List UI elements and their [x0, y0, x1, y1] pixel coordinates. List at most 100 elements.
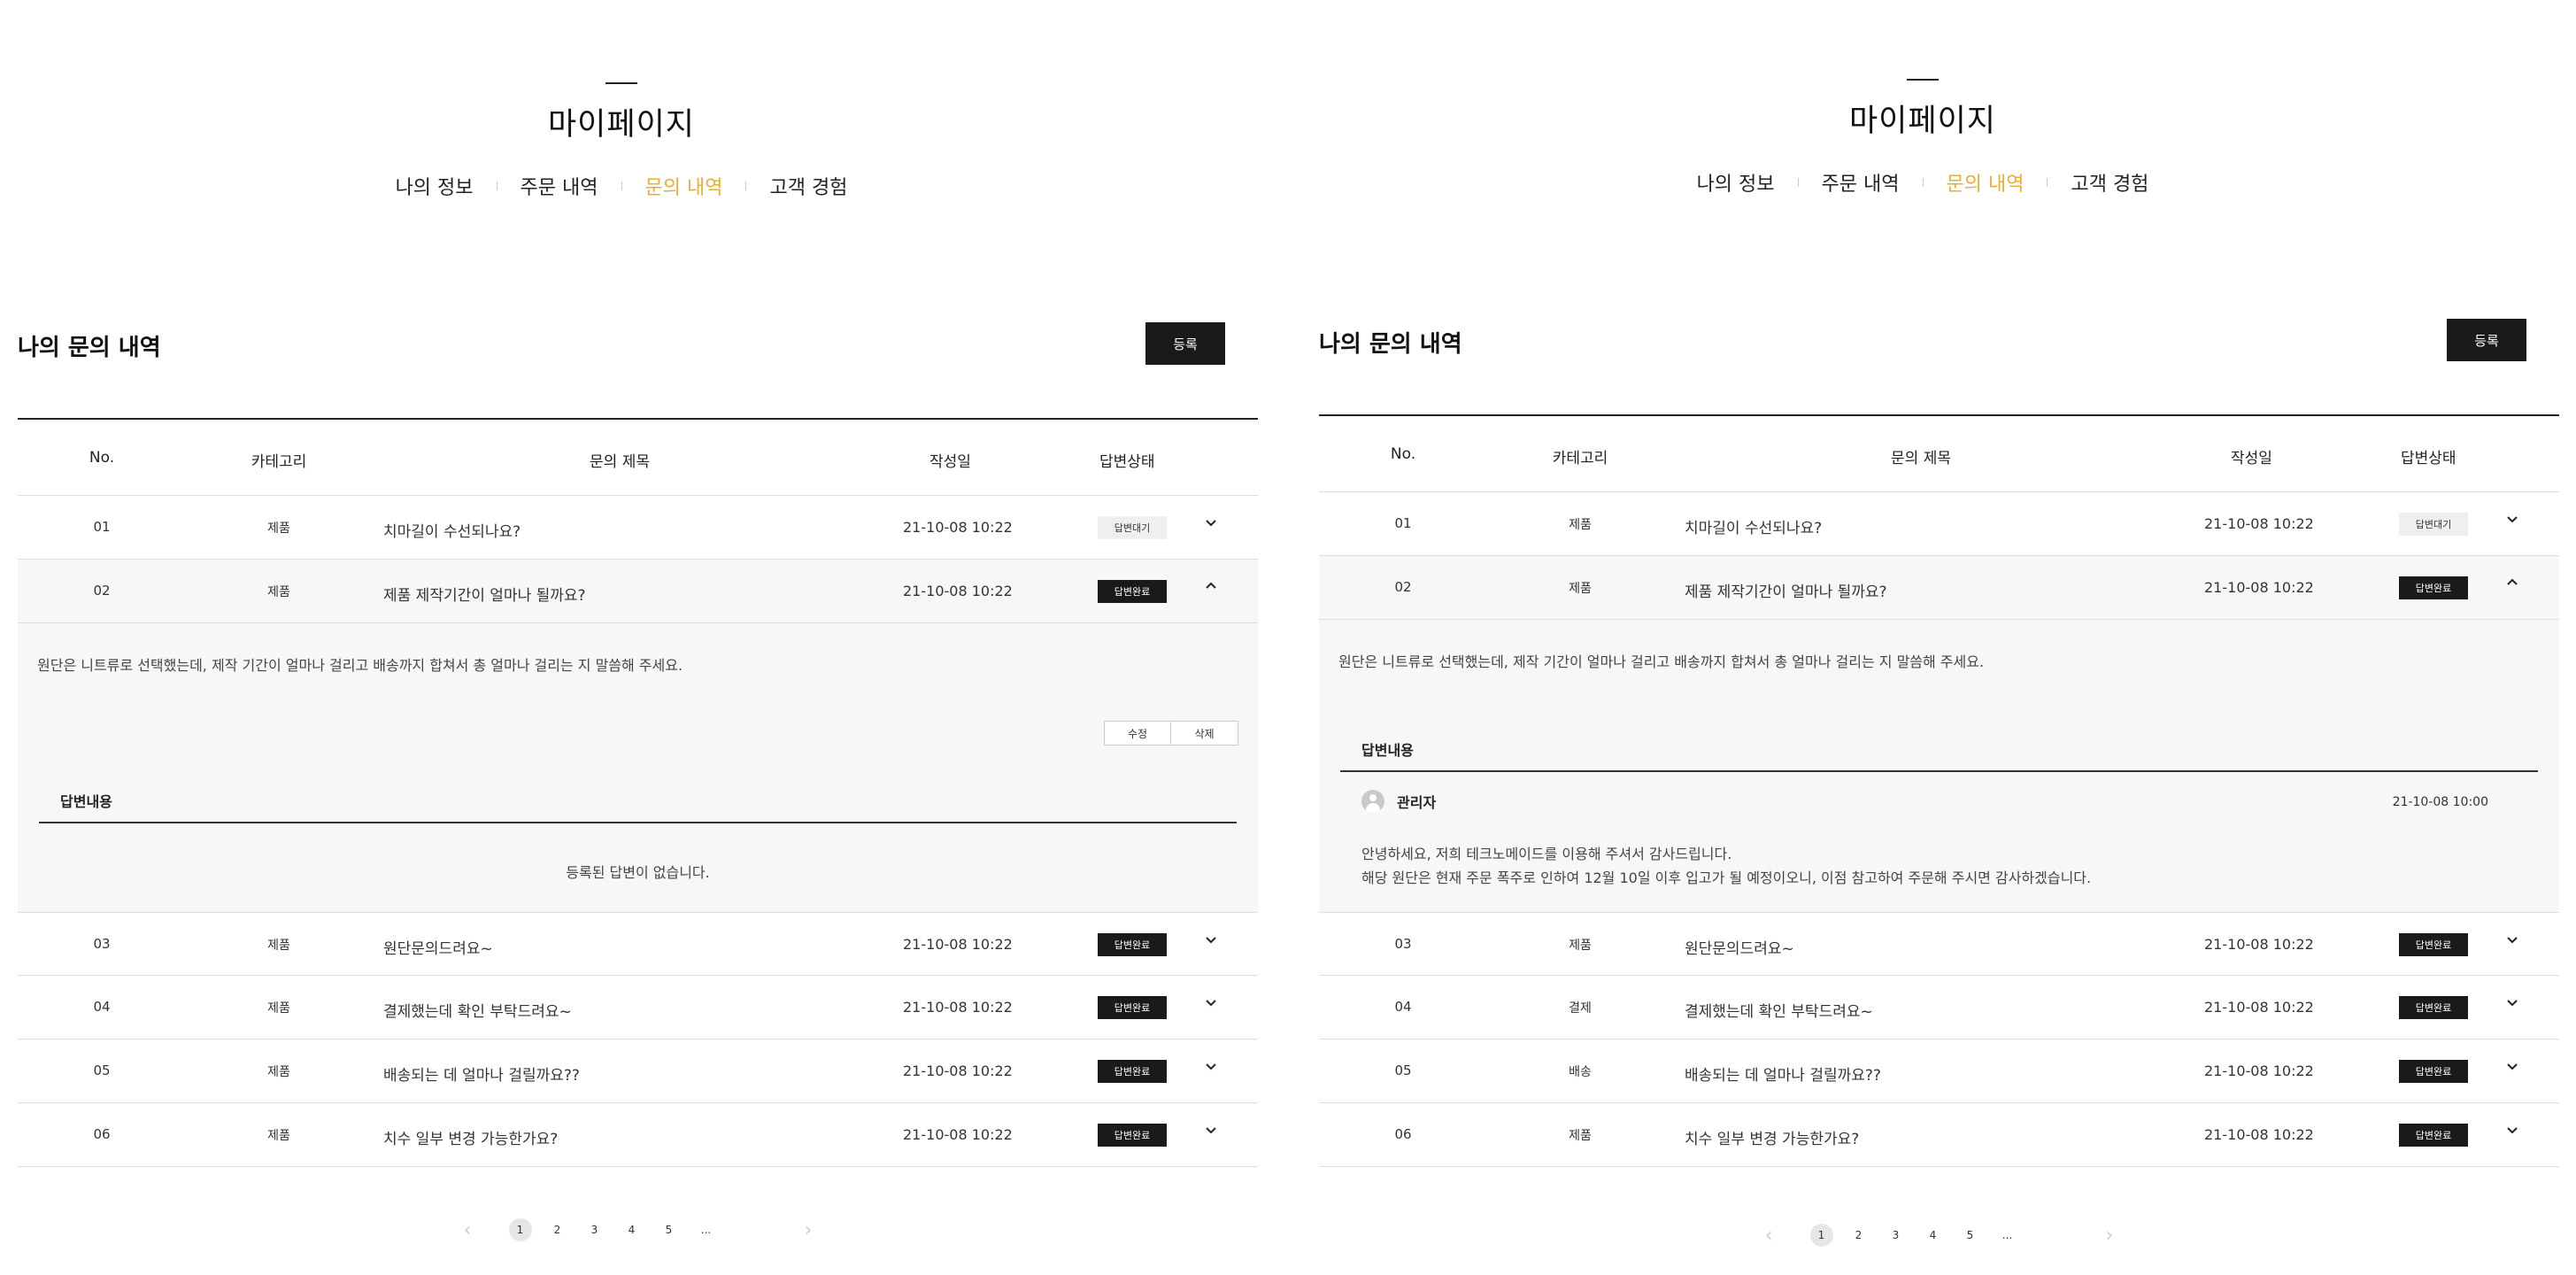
chevron-up-icon[interactable] — [1204, 579, 1218, 597]
row-category: 결제 — [1569, 1001, 1592, 1016]
page-number[interactable]: 2 — [1847, 1224, 1870, 1247]
page-number[interactable]: 4 — [1922, 1224, 1945, 1247]
row-category: 제품 — [1569, 518, 1592, 532]
table-row[interactable]: 01 제품 치마길이 수선되나요? 21-10-08 10:22 답변대기 — [1319, 492, 2559, 556]
row-no: 02 — [93, 583, 111, 599]
row-title[interactable]: 원단문의드려요~ — [1685, 936, 1794, 958]
row-title[interactable]: 배송되는 데 얼마나 걸릴까요?? — [1685, 1062, 1881, 1085]
answer-divider — [39, 822, 1237, 823]
row-date: 21-10-08 10:22 — [2204, 515, 2314, 532]
row-title[interactable]: 제품 제작기간이 얼마나 될까요? — [383, 583, 586, 605]
page-number[interactable]: 2 — [546, 1218, 569, 1241]
page-title: 마이페이지 — [547, 107, 695, 143]
row-title[interactable]: 제품 제작기간이 얼마나 될까요? — [1685, 579, 1887, 601]
row-no: 03 — [93, 936, 111, 952]
chevron-down-icon[interactable] — [1204, 1059, 1218, 1077]
row-title[interactable]: 결제했는데 확인 부탁드려요~ — [1685, 999, 1873, 1021]
prev-page-icon[interactable]: ‹ — [464, 1219, 472, 1241]
page-number[interactable]: 3 — [583, 1218, 606, 1241]
table-row[interactable]: 04 제품 결제했는데 확인 부탁드려요~ 21-10-08 10:22 답변완… — [18, 976, 1258, 1039]
table-row[interactable]: 01 제품 치마길이 수선되나요? 21-10-08 10:22 답변대기 — [18, 496, 1258, 560]
col-category: 카테고리 — [1552, 450, 1608, 468]
table-row[interactable]: 02 제품 제품 제작기간이 얼마나 될까요? 21-10-08 10:22 답… — [18, 560, 1258, 623]
tab-inquiries[interactable]: 문의 내역 — [1924, 168, 2048, 197]
row-title[interactable]: 배송되는 데 얼마나 걸릴까요?? — [383, 1062, 580, 1085]
status-badge: 답변완료 — [1098, 580, 1167, 603]
row-date: 21-10-08 10:22 — [903, 583, 1013, 599]
row-category: 배송 — [1569, 1065, 1592, 1079]
table-row[interactable]: 03 제품 원단문의드려요~ 21-10-08 10:22 답변완료 — [18, 912, 1258, 976]
tab-orders[interactable]: 주문 내역 — [497, 172, 621, 200]
page-number[interactable]: 5 — [1959, 1224, 1982, 1247]
row-no: 06 — [93, 1126, 111, 1142]
tab-orders[interactable]: 주문 내역 — [1799, 168, 1923, 197]
register-button[interactable]: 등록 — [2447, 319, 2526, 361]
col-category: 카테고리 — [251, 453, 307, 471]
answer-body: 안녕하세요, 저희 테크노메이드를 이용해 주셔서 감사드립니다. 해당 원단은… — [1361, 842, 2091, 890]
edit-button[interactable]: 수정 — [1104, 721, 1171, 746]
row-title[interactable]: 치수 일부 변경 가능한가요? — [1685, 1126, 1859, 1148]
status-badge: 답변완료 — [1098, 1124, 1167, 1147]
row-no: 04 — [1394, 999, 1412, 1015]
table-header: No. 카테고리 문의 제목 작성일 답변상태 — [1319, 416, 2559, 492]
tab-my-info[interactable]: 나의 정보 — [1674, 168, 1798, 197]
title-dash — [605, 82, 637, 84]
tab-customer-experience[interactable]: 고객 경험 — [2048, 168, 2171, 197]
chevron-down-icon[interactable] — [2505, 1059, 2519, 1077]
question-text: 원단은 니트류로 선택했는데, 제작 기간이 얼마나 걸리고 배송까지 합쳐서 … — [1338, 653, 1985, 670]
tab-inquiries[interactable]: 문의 내역 — [622, 172, 746, 200]
row-title[interactable]: 치수 일부 변경 가능한가요? — [383, 1126, 558, 1148]
title-dash — [1907, 79, 1939, 81]
prev-page-icon[interactable]: ‹ — [1765, 1225, 1773, 1247]
question-text: 원단은 니트류로 선택했는데, 제작 기간이 얼마나 걸리고 배송까지 합쳐서 … — [37, 657, 683, 674]
chevron-down-icon[interactable] — [2505, 995, 2519, 1013]
next-page-icon[interactable]: › — [805, 1219, 813, 1241]
chevron-down-icon[interactable] — [2505, 512, 2519, 529]
page-number[interactable]: 4 — [621, 1218, 644, 1241]
chevron-down-icon[interactable] — [1204, 932, 1218, 950]
page-ellipsis: ... — [700, 1224, 712, 1236]
chevron-down-icon[interactable] — [1204, 995, 1218, 1013]
status-badge: 답변완료 — [2399, 996, 2468, 1019]
next-page-icon[interactable]: › — [2106, 1225, 2114, 1247]
chevron-down-icon[interactable] — [1204, 515, 1218, 533]
page-number[interactable]: 1 — [508, 1218, 532, 1241]
chevron-down-icon[interactable] — [2505, 1123, 2519, 1140]
table-row[interactable]: 06 제품 치수 일부 변경 가능한가요? 21-10-08 10:22 답변완… — [1319, 1103, 2559, 1167]
chevron-down-icon[interactable] — [2505, 932, 2519, 950]
row-date: 21-10-08 10:22 — [903, 936, 1013, 953]
table-row[interactable]: 05 배송 배송되는 데 얼마나 걸릴까요?? 21-10-08 10:22 답… — [1319, 1039, 2559, 1103]
delete-button[interactable]: 삭제 — [1171, 721, 1238, 746]
row-title[interactable]: 결제했는데 확인 부탁드려요~ — [383, 999, 572, 1021]
page-title: 마이페이지 — [1848, 104, 1996, 139]
status-badge: 답변완료 — [2399, 576, 2468, 599]
tab-customer-experience[interactable]: 고객 경험 — [746, 172, 870, 200]
page-number[interactable]: 1 — [1809, 1224, 1833, 1247]
row-title[interactable]: 치마길이 수선되나요? — [1685, 515, 1822, 537]
page-number[interactable]: 5 — [658, 1218, 681, 1241]
row-date: 21-10-08 10:22 — [2204, 579, 2314, 596]
page-number[interactable]: 3 — [1885, 1224, 1908, 1247]
status-badge: 답변완료 — [2399, 1124, 2468, 1147]
table-row[interactable]: 02 제품 제품 제작기간이 얼마나 될까요? 21-10-08 10:22 답… — [1319, 556, 2559, 620]
page-ellipsis: ... — [2001, 1229, 2013, 1241]
table-header: No. 카테고리 문의 제목 작성일 답변상태 — [18, 420, 1258, 496]
row-title[interactable]: 원단문의드려요~ — [383, 936, 493, 958]
row-date: 21-10-08 10:22 — [903, 1126, 1013, 1143]
table-row[interactable]: 04 결제 결제했는데 확인 부탁드려요~ 21-10-08 10:22 답변완… — [1319, 976, 2559, 1039]
table-row[interactable]: 03 제품 원단문의드려요~ 21-10-08 10:22 답변완료 — [1319, 912, 2559, 976]
chevron-up-icon[interactable] — [2505, 576, 2519, 593]
row-no: 03 — [1394, 936, 1412, 952]
row-title[interactable]: 치마길이 수선되나요? — [383, 519, 521, 541]
answer-date: 21-10-08 10:00 — [2392, 795, 2488, 809]
inquiry-table: No. 카테고리 문의 제목 작성일 답변상태 01 제품 치마길이 수선되나요… — [18, 418, 1258, 1167]
tab-my-info[interactable]: 나의 정보 — [373, 172, 497, 200]
status-badge: 답변완료 — [2399, 1060, 2468, 1083]
col-no: No. — [89, 449, 115, 467]
chevron-down-icon[interactable] — [1204, 1123, 1218, 1140]
row-date: 21-10-08 10:22 — [2204, 936, 2314, 953]
table-row[interactable]: 06 제품 치수 일부 변경 가능한가요? 21-10-08 10:22 답변완… — [18, 1103, 1258, 1167]
table-row[interactable]: 05 제품 배송되는 데 얼마나 걸릴까요?? 21-10-08 10:22 답… — [18, 1039, 1258, 1103]
row-date: 21-10-08 10:22 — [2204, 1126, 2314, 1143]
register-button[interactable]: 등록 — [1145, 322, 1225, 365]
